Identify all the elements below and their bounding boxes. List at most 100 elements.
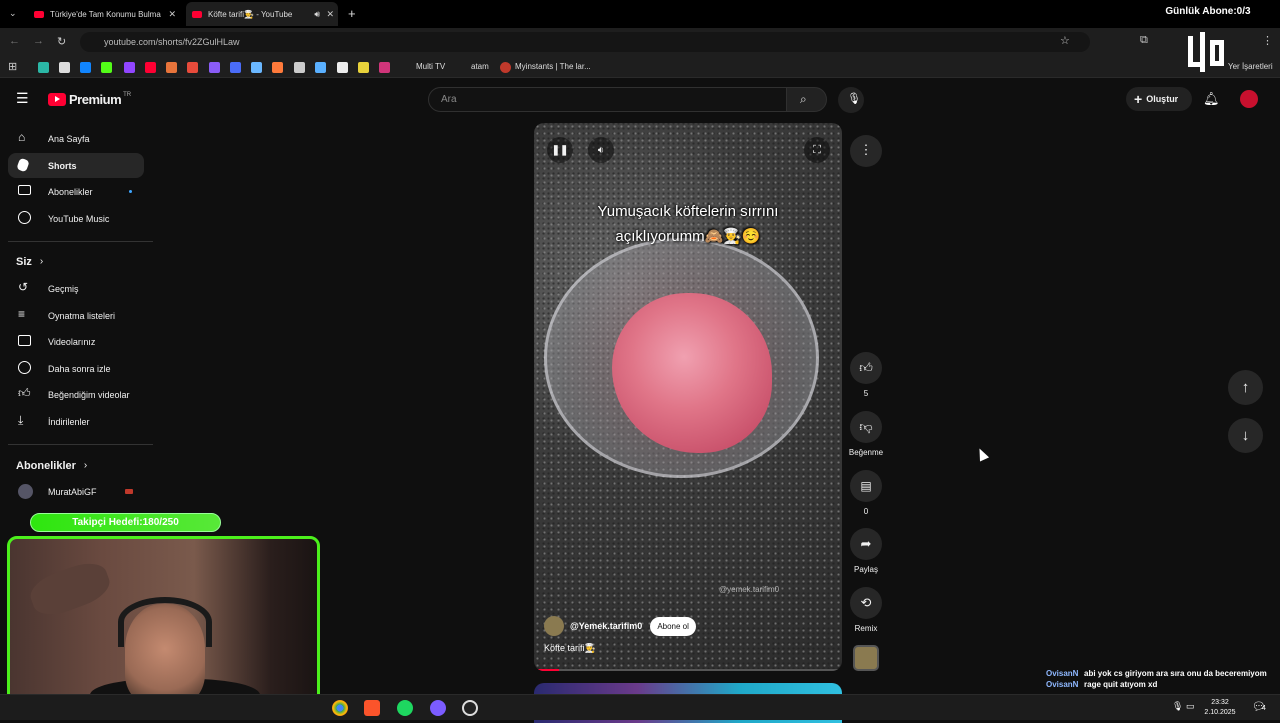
channel-avatar[interactable]: [544, 616, 564, 636]
bookmark-icon[interactable]: [315, 62, 326, 73]
pause-button[interactable]: ❚❚: [547, 137, 573, 163]
short-video-player[interactable]: Yumuşacık köftelerin sırrını açıklıyorum…: [534, 123, 842, 671]
more-options-button[interactable]: ⋮: [850, 135, 882, 167]
back-icon[interactable]: ←: [9, 35, 20, 47]
tab-kofte[interactable]: Köfte tarifi👨‍🍳 - YouTube 🔊︎ ✕: [186, 2, 338, 26]
dislike-action[interactable]: 👎︎ Beğenme: [849, 411, 883, 457]
address-bar[interactable]: youtube.com/shorts/fv2ZGulHLaw: [80, 32, 1090, 52]
voice-search-button[interactable]: 🎙︎: [838, 87, 864, 113]
bookmark-icon[interactable]: [124, 62, 135, 73]
sidebar-item-label: Abonelikler: [48, 186, 93, 197]
remix-action[interactable]: ⟲ Remix: [850, 587, 882, 633]
bookmark-icon[interactable]: [166, 62, 177, 73]
tab-konum[interactable]: Türkiye'de Tam Konumu Bulma ✕: [28, 2, 180, 26]
bookmark-multi-tv[interactable]: Multi TV: [416, 62, 445, 71]
bookmark-icon[interactable]: [187, 62, 198, 73]
bookmark-myinstants[interactable]: Myinstants | The lar...: [515, 62, 591, 71]
search-button[interactable]: ⌕: [786, 87, 827, 112]
new-tab-icon[interactable]: +: [348, 6, 356, 21]
notifications-bell-icon[interactable]: 🔔︎: [1203, 91, 1220, 107]
volume-button[interactable]: 🔉︎: [588, 137, 614, 163]
avatar[interactable]: [1240, 90, 1258, 108]
tab-title: Köfte tarifi👨‍🍳 - YouTube: [208, 9, 293, 19]
search-input[interactable]: Ara: [428, 87, 787, 112]
search-placeholder: Ara: [441, 94, 457, 105]
bookmark-icon[interactable]: [80, 62, 91, 73]
microphone-tray-icon[interactable]: 🎙︎: [1172, 701, 1183, 712]
share-action[interactable]: ➦ Paylaş: [850, 528, 882, 574]
video-caption[interactable]: Köfte tarifi👨‍🍳: [544, 643, 596, 654]
bookmark-icon[interactable]: [59, 62, 70, 73]
audio-track-thumbnail[interactable]: [853, 645, 879, 671]
like-action[interactable]: 👍︎ 5: [850, 352, 882, 398]
subscribe-button[interactable]: Abone ol: [650, 616, 696, 636]
like-button[interactable]: 👍︎: [850, 352, 882, 384]
mic-icon: 🎙︎: [847, 93, 861, 105]
bookmark-icon[interactable]: [294, 62, 305, 73]
tab-audio-icon[interactable]: 🔊︎: [314, 9, 320, 20]
playlists-icon: ≡: [18, 307, 26, 321]
channel-name[interactable]: @Yemek.tarifim0: [570, 621, 642, 631]
section-subscriptions-header[interactable]: Abonelikler ›: [16, 460, 87, 472]
previous-short-button[interactable]: ↑: [1228, 370, 1263, 405]
tab-close-icon[interactable]: ✕: [168, 9, 176, 20]
sidebar-item-playlists[interactable]: ≡ Oynatma listeleri: [8, 303, 144, 328]
sidebar-item-youtube-music[interactable]: YouTube Music: [8, 206, 144, 231]
comments-action[interactable]: ▤ 0: [850, 470, 882, 516]
sidebar-item-downloads[interactable]: ⤓ İndirilenler: [8, 409, 144, 434]
bookmark-icon[interactable]: [379, 62, 390, 73]
create-button[interactable]: + Oluştur: [1126, 87, 1192, 111]
share-button[interactable]: ➦: [850, 528, 882, 560]
dislike-button[interactable]: 👎︎: [850, 411, 882, 443]
bookmark-icon[interactable]: [209, 62, 220, 73]
sidebar-item-watch-later[interactable]: Daha sonra izle: [8, 356, 144, 381]
fullscreen-button[interactable]: ⛶: [804, 137, 830, 163]
bookmark-icon[interactable]: [272, 62, 283, 73]
reload-icon[interactable]: ↻: [57, 35, 66, 48]
sidebar-item-channel[interactable]: MuratAbiGF: [8, 479, 144, 504]
spotify-icon[interactable]: [397, 700, 413, 716]
myinstants-icon: [500, 62, 511, 73]
sidebar-item-liked-videos[interactable]: 👍︎ Beğendiğim videolar: [8, 382, 144, 407]
progress-bar[interactable]: [534, 669, 842, 671]
sidebar-item-subscriptions[interactable]: Abonelikler: [8, 179, 144, 204]
comments-button[interactable]: ▤: [850, 470, 882, 502]
sidebar-item-your-videos[interactable]: Videolarınız: [8, 329, 144, 354]
apps-grid-icon[interactable]: ⊞: [8, 60, 17, 73]
network-tray-icon[interactable]: ▭: [1186, 701, 1195, 712]
obs-icon[interactable]: [462, 700, 478, 716]
chevron-right-icon: ›: [83, 460, 88, 471]
home-icon: ⌂: [18, 130, 26, 144]
comment-count: 0: [863, 507, 869, 516]
tab-close-icon[interactable]: ✕: [326, 9, 334, 20]
bookmark-star-icon[interactable]: ☆: [1060, 34, 1070, 47]
sidebar-item-label: Daha sonra izle: [48, 363, 111, 374]
section-you-header[interactable]: Siz ›: [16, 256, 43, 268]
bookmark-icon[interactable]: [251, 62, 262, 73]
bookmark-icon[interactable]: [101, 62, 112, 73]
shorts-icon: [16, 157, 30, 173]
bookmark-icon[interactable]: [38, 62, 49, 73]
chrome-icon[interactable]: [332, 700, 348, 716]
sidebar-item-home[interactable]: ⌂ Ana Sayfa: [8, 126, 144, 151]
forward-icon[interactable]: →: [33, 35, 44, 47]
discord-icon[interactable]: [430, 700, 446, 716]
extensions-icon[interactable]: ⧉: [1140, 34, 1148, 47]
bookmark-icon[interactable]: [358, 62, 369, 73]
brave-icon[interactable]: [364, 700, 380, 716]
system-clock[interactable]: 23:32 2.10.2025: [1200, 698, 1240, 718]
sidebar-item-shorts[interactable]: Shorts: [8, 153, 144, 178]
bookmark-icon[interactable]: [145, 62, 156, 73]
next-short-button[interactable]: ↓: [1228, 418, 1263, 453]
tab-list-chevron-icon[interactable]: ⌄: [9, 8, 17, 19]
bookmark-atam[interactable]: atam: [471, 62, 489, 71]
clock-icon: [18, 361, 31, 374]
clock-time: 23:32: [1211, 699, 1229, 706]
sidebar-item-history[interactable]: ↺ Geçmiş: [8, 276, 144, 301]
menu-kebab-icon[interactable]: ⋮: [1262, 34, 1273, 47]
bookmark-icon[interactable]: [230, 62, 241, 73]
history-icon: ↺: [18, 280, 29, 294]
bookmark-icon[interactable]: [337, 62, 348, 73]
bookmark-folder-yer-isaretleri[interactable]: Yer İşaretleri: [1228, 62, 1273, 71]
remix-button[interactable]: ⟲: [850, 587, 882, 619]
